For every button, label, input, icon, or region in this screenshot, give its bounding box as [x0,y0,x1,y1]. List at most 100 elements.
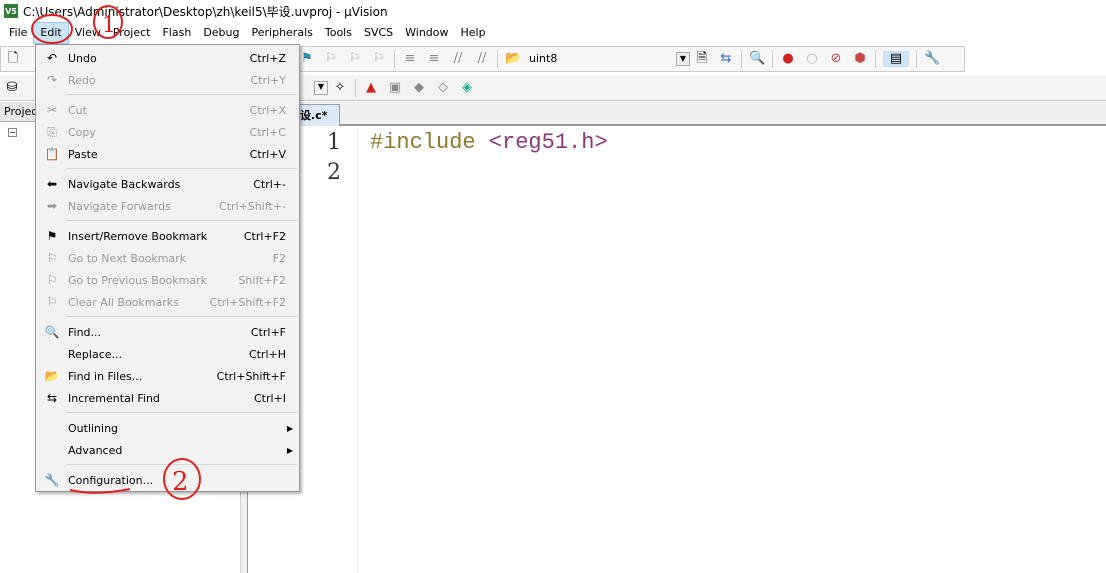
menu-separator [66,94,297,95]
disable-breakpoint-icon[interactable]: ○ [804,51,820,67]
submenu-arrow-icon: ▶ [286,445,293,455]
disable-all-breakpoints-icon[interactable]: ⊘ [828,51,844,67]
indent-icon[interactable]: ≡ [402,51,418,67]
find-combo[interactable]: uint8 ▼ [525,50,690,68]
magic-wand-icon[interactable]: ✧ [332,80,348,96]
menu-item-shortcut: Ctrl+V [249,147,286,161]
tree-expand-icon[interactable]: − [8,128,17,137]
incremental-find-icon[interactable]: ⇆ [718,51,734,67]
menu-item-label: Configuration... [68,473,154,487]
menu-item-shortcut: Ctrl+Shift+F [216,369,286,383]
menu-item-navigate-forwards[interactable]: ➡ Navigate Forwards Ctrl+Shift+- [36,195,299,217]
pack-installer-icon[interactable]: ◆ [411,80,427,96]
menu-peripherals[interactable]: Peripherals [246,22,319,44]
menu-separator [66,220,297,221]
menu-item-shortcut: Ctrl+F [250,325,286,339]
editor-tabs: 毕设.c* [248,102,1106,126]
target-dropdown-icon[interactable]: ▼ [314,80,328,95]
code-line[interactable]: #include <reg51.h> [370,130,608,155]
menu-item-go-to-previous-bookmark[interactable]: ⚐ Go to Previous Bookmark Shift+F2 [36,269,299,291]
find-in-files-icon: 📂 [44,369,60,383]
packs-icon[interactable]: ◈ [459,80,475,96]
menu-project[interactable]: Project [107,22,157,44]
menu-separator [66,464,297,465]
menu-item-label: Find in Files... [68,369,143,383]
menu-item-shortcut: Ctrl+C [249,125,286,139]
find-icon[interactable]: 🗎 [694,51,710,67]
menu-item-label: Navigate Backwards [68,177,181,191]
menu-item-go-to-next-bookmark[interactable]: ⚐ Go to Next Bookmark F2 [36,247,299,269]
cut-icon: ✂ [46,103,58,117]
menu-item-configuration[interactable]: 🔧 Configuration... [36,469,299,491]
comment-icon[interactable]: // [450,51,466,67]
menu-separator [66,412,297,413]
manage-components-icon[interactable]: ▲ [363,80,379,96]
menu-debug[interactable]: Debug [197,22,245,44]
next-bookmark-icon[interactable]: ⚐ [347,51,363,67]
window-icon[interactable]: ▤ [883,51,909,67]
menu-item-label: Insert/Remove Bookmark [68,229,208,243]
menu-item-copy[interactable]: ⎘ Copy Ctrl+C [36,121,299,143]
menu-help[interactable]: Help [455,22,492,44]
menu-item-shortcut: Ctrl+Y [250,73,286,87]
menu-item-clear-all-bookmarks[interactable]: ⚐ Clear All Bookmarks Ctrl+Shift+F2 [36,291,299,313]
bookmark-icon[interactable]: ⚑ [299,51,315,67]
title-bar: V5 C:\Users\Administrator\Desktop\zh\kei… [0,0,1106,22]
clear-bookmarks-icon[interactable]: ⚐ [371,51,387,67]
menu-item-redo[interactable]: ↷ Redo Ctrl+Y [36,69,299,91]
menu-item-label: Outlining [68,421,119,435]
runtime-env-icon[interactable]: ◇ [435,80,451,96]
menu-item-undo[interactable]: ↶ Undo Ctrl+Z [36,47,299,69]
build-icon[interactable]: ⛁ [4,80,20,96]
menu-item-label: Replace... [68,347,123,361]
menu-item-cut[interactable]: ✂ Cut Ctrl+X [36,99,299,121]
line-number: 1 [327,130,341,155]
menu-item-label: Go to Next Bookmark [68,251,187,265]
copy-icon: ⎘ [47,124,57,139]
menu-item-outlining[interactable]: Outlining ▶ [36,417,299,439]
wrench-icon: 🔧 [44,473,60,487]
kill-breakpoints-icon[interactable]: ⬢ [852,51,868,67]
bookmark-icon: ⚑ [46,229,58,243]
wrench-icon[interactable]: 🔧 [924,51,940,67]
app-icon: V5 [4,4,18,18]
submenu-arrow-icon: ▶ [286,423,293,433]
select-packs-icon[interactable]: ▣ [387,80,403,96]
menu-item-find-in-files[interactable]: 📂 Find in Files... Ctrl+Shift+F [36,365,299,387]
menu-item-shortcut: Ctrl+F2 [243,229,286,243]
breakpoint-icon[interactable]: ● [780,51,796,67]
find-in-files-icon[interactable]: 📂 [505,51,521,67]
menu-item-paste[interactable]: 📋 Paste Ctrl+V [36,143,299,165]
menu-edit[interactable]: Edit [33,22,69,44]
preprocessor-directive: #include [370,130,476,155]
code-editor[interactable]: 1 2 #include <reg51.h> [248,128,1106,573]
menu-flash[interactable]: Flash [156,22,197,44]
chevron-down-icon[interactable]: ▼ [676,52,690,66]
menu-item-label: Redo [68,73,96,87]
menu-item-incremental-find[interactable]: ⇆ Incremental Find Ctrl+I [36,387,299,409]
menu-svcs[interactable]: SVCS [358,22,399,44]
menu-window[interactable]: Window [399,22,454,44]
menu-item-label: Clear All Bookmarks [68,295,179,309]
menu-item-insert-remove-bookmark[interactable]: ⚑ Insert/Remove Bookmark Ctrl+F2 [36,225,299,247]
menu-view[interactable]: View [69,22,107,44]
prev-bookmark-icon[interactable]: ⚐ [323,51,339,67]
menu-item-replace[interactable]: Replace... Ctrl+H [36,343,299,365]
menu-separator [66,168,297,169]
menu-item-shortcut: Shift+F2 [238,273,286,287]
menu-tools[interactable]: Tools [319,22,358,44]
debug-icon[interactable]: 🔍 [749,51,765,67]
menu-item-shortcut: Ctrl+Shift+- [219,199,286,213]
arrow-left-icon: ⬅ [46,177,58,191]
menu-file[interactable]: File [3,22,33,44]
menu-item-find[interactable]: 🔍 Find... Ctrl+F [36,321,299,343]
menu-bar: File Edit View Project Flash Debug Peripherals… [0,22,1106,44]
include-file: <reg51.h> [488,130,608,155]
menu-item-label: Paste [68,147,98,161]
uncomment-icon[interactable]: // [474,51,490,67]
menu-item-navigate-backwards[interactable]: ⬅ Navigate Backwards Ctrl+- [36,173,299,195]
menu-item-label: Go to Previous Bookmark [68,273,207,287]
menu-item-advanced[interactable]: Advanced ▶ [36,439,299,461]
unindent-icon[interactable]: ≡ [426,51,442,67]
new-file-icon[interactable]: 🗋 [5,51,21,67]
